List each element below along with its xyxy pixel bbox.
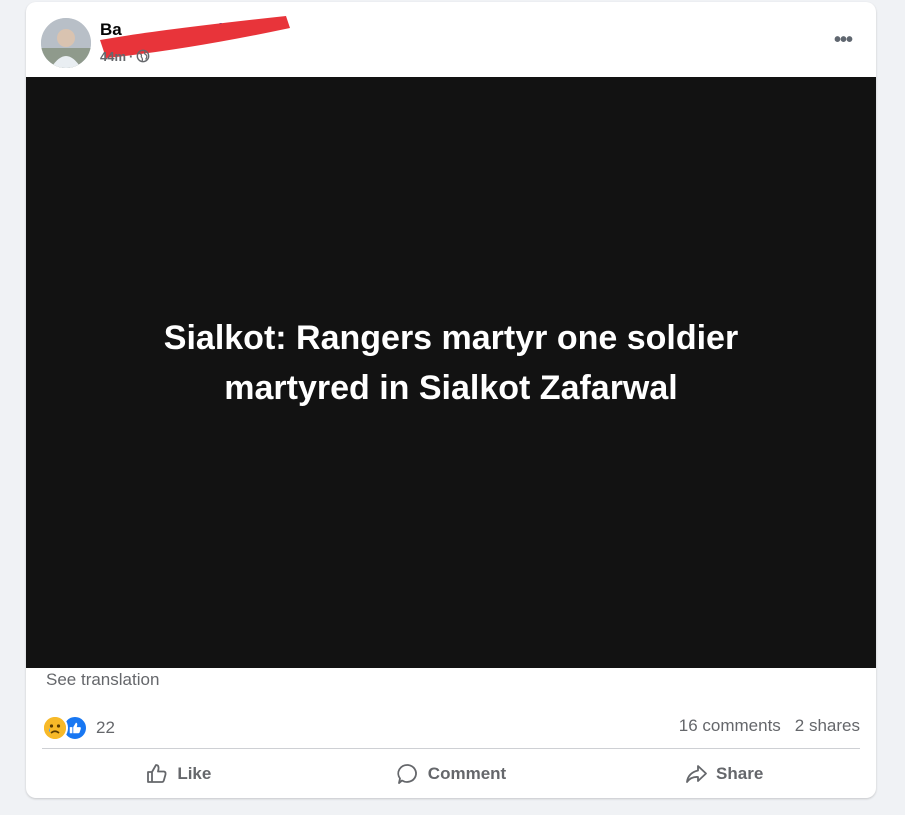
reactions-count: 22	[96, 718, 115, 737]
more-options-button[interactable]: •••	[828, 28, 858, 52]
post-media-text: Sialkot: Rangers martyr one soldier mart…	[163, 318, 739, 407]
like-label: Like	[177, 764, 212, 783]
sad-reaction-icon	[42, 715, 68, 741]
reactions-summary[interactable]: 22	[42, 715, 115, 741]
engagement-stats: 16 comments 2 shares	[679, 716, 860, 740]
see-translation-link[interactable]: See translation	[46, 670, 159, 690]
post-time[interactable]: 44m	[100, 49, 126, 64]
post-card: Ba ollow 44m · ••• Sialkot: Rangers mart…	[26, 2, 876, 798]
globe-icon[interactable]	[136, 49, 150, 63]
post-media[interactable]: Sialkot: Rangers martyr one soldier mart…	[26, 77, 876, 668]
share-label: Share	[716, 764, 764, 783]
actions-divider	[42, 748, 860, 749]
comment-button[interactable]: Comment	[315, 754, 588, 794]
more-options-icon: •••	[833, 28, 853, 51]
post-meta: 44m ·	[100, 48, 150, 64]
comment-bubble-icon	[397, 764, 417, 784]
thumbs-up-icon	[147, 764, 167, 783]
shares-count-link[interactable]: 2 shares	[795, 716, 860, 740]
author-avatar[interactable]	[41, 18, 91, 68]
comment-label: Comment	[427, 764, 507, 783]
post-actions: Like Comment Share	[42, 754, 860, 794]
share-button[interactable]: Share	[587, 754, 860, 794]
share-arrow-icon	[686, 765, 707, 783]
comments-count-link[interactable]: 16 comments	[679, 716, 781, 740]
meta-separator: ·	[129, 48, 134, 64]
like-button[interactable]: Like	[42, 754, 315, 794]
avatar-image	[41, 18, 91, 68]
